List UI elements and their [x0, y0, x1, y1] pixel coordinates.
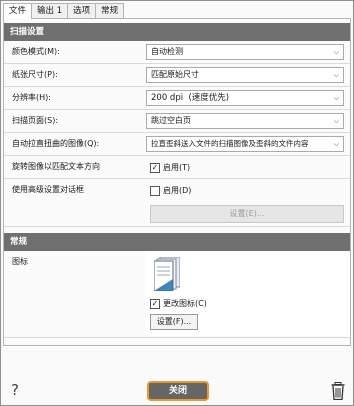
paper-size-value: 匹配原始尺寸 [151, 70, 199, 79]
resolution-value: 200 dpi (速度优先) [151, 93, 230, 103]
rotate-checkbox[interactable]: ✓ [150, 162, 160, 173]
icon-settings-button[interactable]: 设置(F)... [150, 314, 198, 330]
scan-page-row: 扫描页面(S): 跳过空白页 ⌵ [4, 110, 350, 133]
tab-content-panel: 扫描设置 颜色模式(M): 自动检测 ⌵ 纸张尺寸(P): 匹配原始尺寸 ⌵ 分… [3, 18, 351, 346]
change-icon-checkbox-group[interactable]: ✓ 更改图标(C) [150, 298, 207, 309]
deskew-row: 自动拉直扭曲的图像(Q): 拉直歪斜送入文件的扫描图像及歪斜的文件内容 ⌵ [4, 133, 350, 156]
scan-page-label: 扫描页面(S): [12, 116, 59, 125]
advanced-checkbox[interactable] [150, 185, 160, 196]
deskew-select[interactable]: 拉直歪斜送入文件的扫描图像及歪斜的文件内容 ⌵ [146, 136, 344, 152]
scan-settings-header: 扫描设置 [4, 23, 350, 41]
general-header: 常规 [4, 233, 350, 251]
chevron-down-icon: ⌵ [333, 140, 339, 148]
rotate-row: 旋转图像以匹配文本方向 ✓ 启用(T) [4, 156, 350, 179]
rotate-checkbox-label: 启用(T) [163, 163, 191, 172]
chevron-down-icon: ⌵ [333, 71, 339, 79]
change-icon-checkbox[interactable]: ✓ [150, 298, 160, 309]
advanced-checkbox-label: 启用(D) [163, 186, 192, 195]
deskew-value: 拉直歪斜送入文件的扫描图像及歪斜的文件内容 [151, 139, 309, 148]
color-mode-row: 颜色模式(M): 自动检测 ⌵ [4, 41, 350, 64]
tab-output-1[interactable]: 输出 1 [31, 3, 69, 18]
color-mode-select[interactable]: 自动检测 ⌵ [146, 44, 344, 60]
resolution-row: 分辨率(H): 200 dpi (速度优先) ⌵ [4, 87, 350, 110]
deskew-label: 自动拉直扭曲的图像(Q): [12, 139, 100, 148]
color-mode-value: 自动检测 [151, 47, 183, 56]
icon-row: 图标 ✓ 更改图标(C) 设置(F)... [4, 251, 350, 338]
resolution-select[interactable]: 200 dpi (速度优先) ⌵ [146, 90, 344, 106]
chevron-down-icon: ⌵ [333, 94, 339, 102]
advanced-settings-button[interactable]: 设置(E)... [150, 205, 344, 223]
scan-page-value: 跳过空白页 [151, 116, 191, 125]
rotate-label: 旋转图像以匹配文本方向 [12, 162, 100, 171]
advanced-checkbox-group[interactable]: 启用(D) [150, 185, 191, 196]
paper-size-label: 纸张尺寸(P): [12, 70, 58, 79]
change-icon-checkbox-label: 更改图标(C) [163, 299, 207, 308]
tab-general[interactable]: 常规 [95, 3, 125, 18]
tab-file[interactable]: 文件 [3, 3, 33, 19]
paper-size-row: 纸张尺寸(P): 匹配原始尺寸 ⌵ [4, 64, 350, 87]
document-icon [154, 257, 180, 291]
scan-page-select[interactable]: 跳过空白页 ⌵ [146, 113, 344, 129]
tab-options[interactable]: 选项 [67, 3, 97, 18]
color-mode-label: 颜色模式(M): [12, 47, 60, 56]
tab-bar: 文件 输出 1 选项 常规 [3, 3, 125, 19]
help-icon[interactable]: ? [11, 381, 19, 399]
paper-size-select[interactable]: 匹配原始尺寸 ⌵ [146, 67, 344, 83]
dialog-window: 文件 输出 1 选项 常规 扫描设置 颜色模式(M): 自动检测 ⌵ 纸张尺寸(… [0, 0, 354, 406]
resolution-label: 分辨率(H): [12, 93, 51, 102]
trash-icon[interactable] [331, 382, 345, 400]
advanced-row: 使用高级设置对话框 启用(D) 设置(E)... [4, 179, 350, 227]
chevron-down-icon: ⌵ [333, 117, 339, 125]
rotate-checkbox-group[interactable]: ✓ 启用(T) [150, 162, 190, 173]
chevron-down-icon: ⌵ [333, 48, 339, 56]
icon-label: 图标 [12, 257, 28, 266]
close-button[interactable]: 关闭 [147, 381, 209, 401]
advanced-label: 使用高级设置对话框 [12, 185, 84, 194]
